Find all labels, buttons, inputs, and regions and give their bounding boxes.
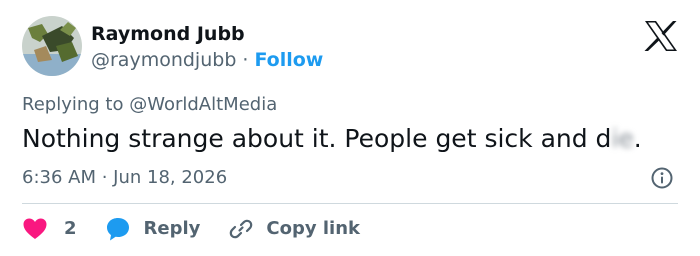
tweet-card: Raymond Jubb @raymondjubb · Follow Replyin…	[0, 0, 700, 256]
handle-row: @raymondjubb · Follow	[91, 48, 323, 72]
speech-bubble-icon	[106, 218, 129, 241]
reply-label: Reply	[143, 218, 201, 239]
replying-to: Replying to @WorldAltMedia	[22, 93, 277, 117]
reply-button[interactable]: Reply	[105, 216, 201, 242]
tweet-redacted-text: ie	[611, 124, 634, 153]
divider	[22, 203, 678, 204]
replying-target[interactable]: @WorldAltMedia	[129, 94, 277, 115]
timestamp[interactable]: 6:36 AM · Jun 18, 2026	[22, 166, 227, 190]
tweet-text: Nothing strange about it. People get sic…	[22, 123, 642, 155]
action-bar: 2 Reply Copy link	[22, 215, 360, 243]
avatar[interactable]	[22, 16, 82, 76]
tweet-text-end: .	[633, 124, 642, 153]
handle[interactable]: @raymondjubb	[91, 49, 236, 71]
like-button[interactable]: 2	[22, 217, 77, 241]
info-icon[interactable]	[650, 166, 674, 190]
link-icon	[230, 219, 253, 239]
heart-icon	[23, 218, 47, 239]
follow-button[interactable]: Follow	[254, 49, 323, 71]
separator-dot: ·	[242, 49, 249, 71]
copy-link-label: Copy link	[266, 218, 360, 239]
x-logo-icon[interactable]	[644, 20, 678, 52]
replying-prefix: Replying to	[22, 94, 130, 115]
avatar-image	[22, 16, 82, 76]
tweet-text-main: Nothing strange about it. People get sic…	[22, 124, 612, 153]
like-count: 2	[64, 218, 77, 239]
copy-link-button[interactable]: Copy link	[228, 216, 360, 242]
display-name[interactable]: Raymond Jubb	[91, 22, 245, 46]
